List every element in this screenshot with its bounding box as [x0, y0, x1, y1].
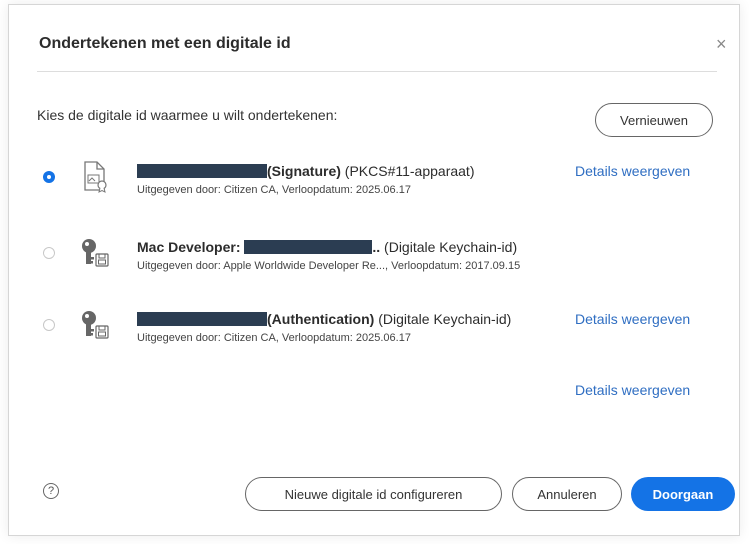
cancel-button[interactable]: Annuleren — [512, 477, 622, 511]
redacted-name — [244, 240, 373, 254]
id-name-type: (Digitale Keychain-id) — [374, 311, 512, 327]
choose-id-prompt: Kies de digitale id waarmee u wilt onder… — [37, 107, 338, 123]
digital-id-row[interactable]: (Authentication) (Digitale Keychain-id) … — [9, 311, 741, 361]
id-name-bold: .. — [372, 239, 381, 255]
id-name-prefix: Mac Developer: — [137, 239, 245, 255]
id-issuer-expiry: Uitgegeven door: Apple Worldwide Develop… — [137, 260, 521, 272]
id-radio-selected[interactable] — [43, 171, 55, 183]
id-name-type: (Digitale Keychain-id) — [380, 239, 518, 255]
dialog-title: Ondertekenen met een digitale id — [39, 35, 291, 52]
configure-new-id-button[interactable]: Nieuwe digitale id configureren — [245, 477, 502, 511]
details-link[interactable]: Details weergeven — [575, 311, 690, 327]
digital-id-dialog: Ondertekenen met een digitale id × Kies … — [8, 4, 740, 536]
id-name-bold: (Authentication) — [267, 311, 375, 327]
digital-id-row[interactable]: Mac Developer: .. (Digitale Keychain-id)… — [9, 239, 741, 289]
key-icon — [82, 311, 109, 339]
details-link[interactable]: Details weergeven — [575, 382, 690, 398]
close-icon[interactable]: × — [716, 35, 727, 53]
id-radio[interactable] — [43, 247, 55, 259]
help-icon[interactable]: ? — [43, 483, 59, 499]
key-icon — [82, 239, 109, 267]
id-name: (Signature) (PKCS#11-apparaat) — [137, 163, 474, 179]
details-link[interactable]: Details weergeven — [575, 163, 690, 179]
id-name-type: (PKCS#11-apparaat) — [340, 163, 475, 179]
redacted-name — [137, 164, 267, 178]
redacted-name — [137, 312, 267, 326]
title-divider — [37, 71, 717, 72]
id-name: Mac Developer: .. (Digitale Keychain-id) — [137, 239, 517, 255]
id-issuer-expiry: Uitgegeven door: Citizen CA, Verloopdatu… — [137, 184, 411, 196]
refresh-button[interactable]: Vernieuwen — [595, 103, 713, 137]
id-issuer-expiry: Uitgegeven door: Citizen CA, Verloopdatu… — [137, 332, 411, 344]
digital-id-row[interactable]: (Signature) (PKCS#11-apparaat) Uitgegeve… — [9, 161, 741, 213]
certificate-file-icon — [84, 161, 107, 193]
id-name-bold: (Signature) — [267, 163, 341, 179]
id-radio[interactable] — [43, 319, 55, 331]
continue-button[interactable]: Doorgaan — [631, 477, 735, 511]
id-name: (Authentication) (Digitale Keychain-id) — [137, 311, 511, 327]
